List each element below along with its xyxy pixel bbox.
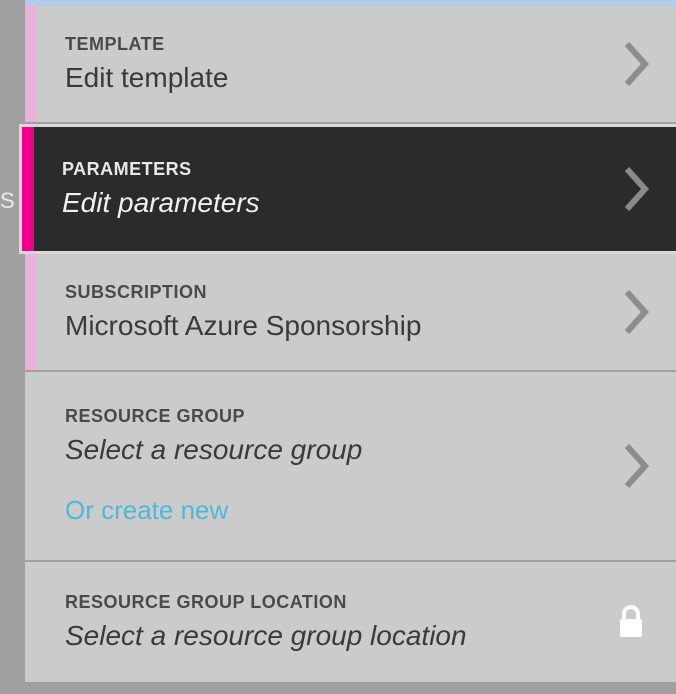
parameters-value: Edit parameters — [62, 186, 596, 220]
accent-bar — [25, 562, 37, 682]
chevron-right-icon — [616, 6, 676, 122]
chevron-right-icon — [616, 127, 676, 251]
accent-bar — [22, 127, 34, 251]
item-content: RESOURCE GROUP Select a resource group O… — [37, 372, 616, 560]
create-new-link[interactable]: Or create new — [65, 495, 596, 526]
deployment-panel: TEMPLATE Edit template PARAMETERS Edit p… — [25, 6, 676, 682]
chevron-right-icon — [616, 254, 676, 370]
subscription-item[interactable]: SUBSCRIPTION Microsoft Azure Sponsorship — [25, 254, 676, 372]
item-content: TEMPLATE Edit template — [37, 6, 616, 122]
resource-group-item[interactable]: RESOURCE GROUP Select a resource group O… — [25, 372, 676, 562]
chevron-right-icon — [616, 372, 676, 560]
resource-group-value: Select a resource group — [65, 433, 596, 467]
left-cutoff-text: S — [0, 188, 15, 214]
accent-bar — [25, 254, 37, 370]
template-label: TEMPLATE — [65, 34, 596, 55]
resource-group-label: RESOURCE GROUP — [65, 406, 596, 427]
lock-icon — [606, 562, 676, 682]
item-content: PARAMETERS Edit parameters — [34, 127, 616, 251]
location-value: Select a resource group location — [65, 619, 586, 653]
accent-bar — [25, 372, 37, 560]
subscription-label: SUBSCRIPTION — [65, 282, 596, 303]
parameters-item[interactable]: PARAMETERS Edit parameters — [19, 124, 676, 254]
subscription-value: Microsoft Azure Sponsorship — [65, 309, 596, 343]
parameters-label: PARAMETERS — [62, 159, 596, 180]
item-content: RESOURCE GROUP LOCATION Select a resourc… — [37, 562, 606, 682]
template-item[interactable]: TEMPLATE Edit template — [25, 6, 676, 124]
template-value: Edit template — [65, 61, 596, 95]
item-content: SUBSCRIPTION Microsoft Azure Sponsorship — [37, 254, 616, 370]
location-label: RESOURCE GROUP LOCATION — [65, 592, 586, 613]
accent-bar — [25, 6, 37, 122]
location-item[interactable]: RESOURCE GROUP LOCATION Select a resourc… — [25, 562, 676, 682]
